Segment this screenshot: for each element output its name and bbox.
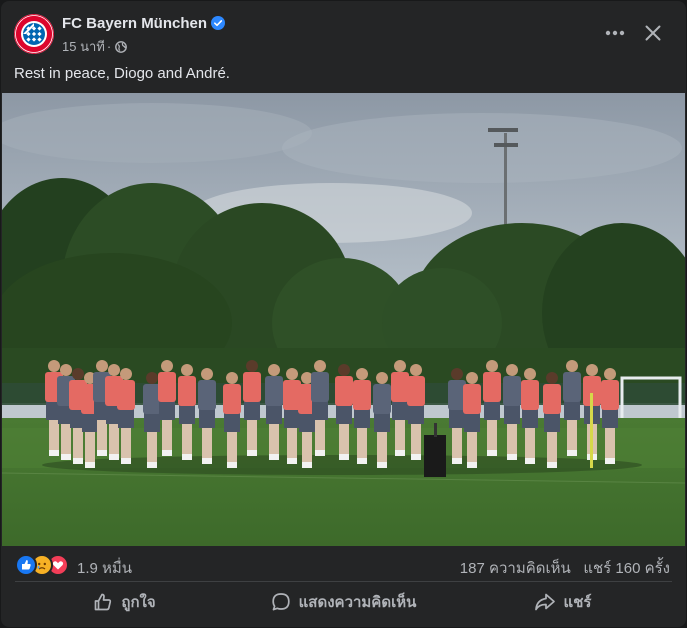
post-meta: 15 นาที · <box>62 36 128 57</box>
close-button[interactable] <box>639 19 667 47</box>
share-label: แชร์ <box>563 594 592 611</box>
bayern-logo-icon <box>14 14 54 54</box>
comment-bubble-icon <box>271 593 290 611</box>
thumbs-up-icon <box>95 593 112 611</box>
avatar[interactable] <box>14 14 54 54</box>
post-time[interactable]: 15 นาที <box>62 39 105 54</box>
comment-button[interactable]: แสดงความคิดเห็น <box>234 585 453 619</box>
share-button[interactable]: แชร์ <box>453 585 672 619</box>
page-name-text[interactable]: FC Bayern München <box>62 15 207 32</box>
reaction-count[interactable]: 1.9 หมื่น <box>77 556 132 580</box>
team-training-photo <box>2 93 685 546</box>
comment-label: แสดงความคิดเห็น <box>298 594 417 611</box>
more-dots-icon <box>605 30 625 36</box>
post-actions: ถูกใจ แสดงความคิดเห็น แชร์ <box>15 585 672 619</box>
verified-badge-icon <box>211 16 226 34</box>
more-options-button[interactable] <box>599 21 631 45</box>
actions-divider <box>15 581 672 582</box>
close-icon <box>645 25 661 41</box>
like-reaction-icon <box>15 554 37 576</box>
post-photo[interactable] <box>2 93 685 546</box>
share-count[interactable]: แชร์ 160 ครั้ง <box>583 560 670 577</box>
page-name[interactable]: FC Bayern München <box>62 15 226 34</box>
post-stats: 187 ความคิดเห็น แชร์ 160 ครั้ง <box>460 556 670 580</box>
reaction-icons[interactable] <box>15 554 75 576</box>
post-header: FC Bayern München 15 นาที · <box>1 1 686 61</box>
meta-separator: · <box>106 39 112 54</box>
post-caption: Rest in peace, Diogo and André. <box>14 65 230 82</box>
like-label: ถูกใจ <box>121 594 156 611</box>
globe-icon[interactable] <box>115 41 128 56</box>
reactions-bar: 1.9 หมื่น 187 ความคิดเห็น แชร์ 160 ครั้ง <box>1 549 686 579</box>
like-button[interactable]: ถูกใจ <box>15 585 234 619</box>
post-card: FC Bayern München 15 นาที · Rest in peace… <box>1 1 686 627</box>
comment-count[interactable]: 187 ความคิดเห็น <box>460 560 571 577</box>
share-arrow-icon <box>534 593 555 611</box>
